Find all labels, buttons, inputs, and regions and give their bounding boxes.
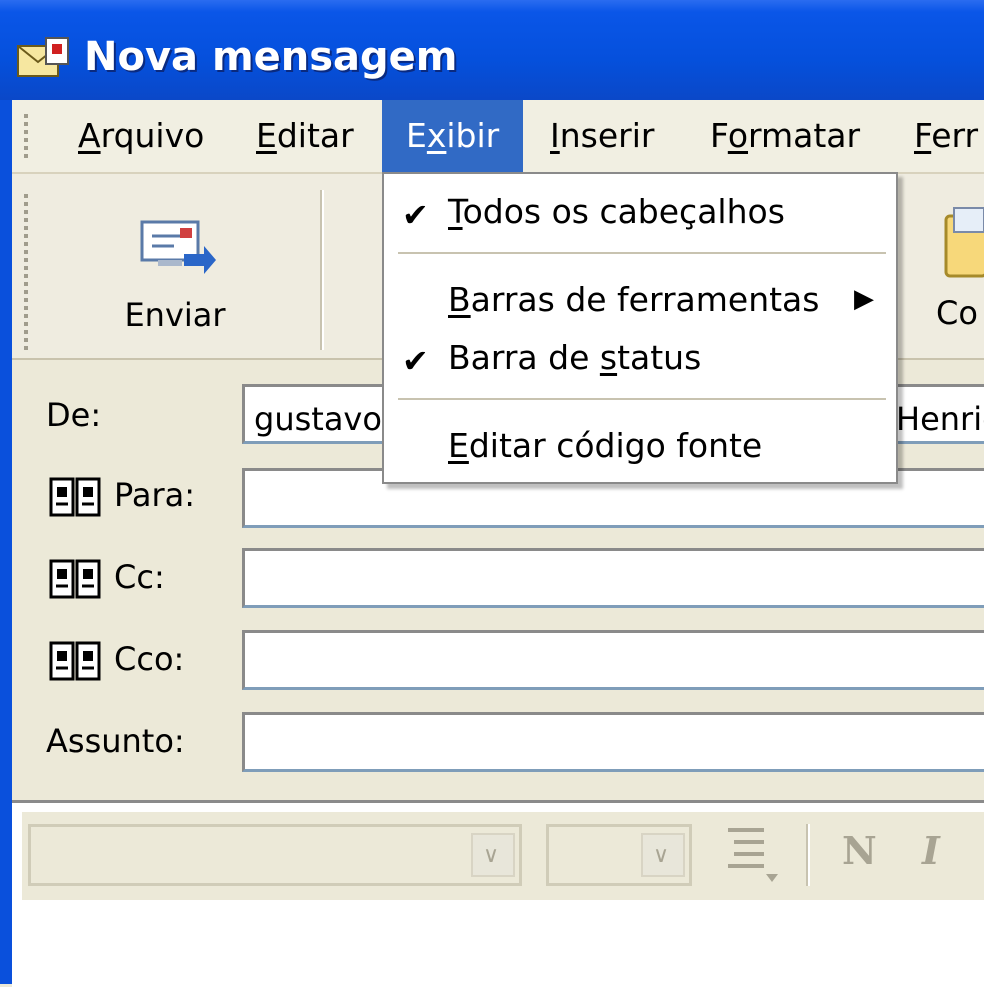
italic-button[interactable]: I (922, 828, 940, 873)
bold-button[interactable]: N (842, 828, 877, 873)
address-book-icon[interactable] (48, 558, 102, 600)
address-book-icon[interactable] (48, 476, 102, 518)
submenu-arrow-icon: ▶ (854, 284, 874, 314)
font-size-dropdown-button[interactable]: ∨ (641, 833, 685, 877)
menu-item-todos-os-cabecalhos[interactable]: Todos os cabeçalhos (448, 192, 785, 231)
font-size-combo[interactable]: ∨ (546, 824, 692, 886)
menu-bar-grip[interactable] (24, 114, 28, 160)
paragraph-style-icon[interactable] (724, 824, 780, 884)
window-title: Nova mensagem (84, 34, 458, 80)
format-separator (806, 824, 810, 886)
send-button[interactable]: Enviar (110, 200, 240, 350)
check-icon: ✔ (402, 342, 429, 380)
menu-arquivo[interactable]: Arquivo (54, 100, 228, 172)
toolbar-button-label-partial[interactable]: Co (936, 294, 978, 332)
check-icon: ✔ (402, 196, 429, 234)
bcc-label: Cco: (114, 640, 185, 678)
menu-separator (398, 252, 886, 254)
to-label: Para: (114, 476, 196, 514)
title-bar[interactable]: Nova mensagem (0, 0, 984, 100)
from-field-value: gustavo (254, 400, 382, 438)
menu-formatar[interactable]: Formatar (686, 100, 884, 172)
menu-editar[interactable]: Editar (232, 100, 378, 172)
address-book-icon[interactable] (48, 640, 102, 682)
send-button-label: Enviar (124, 296, 226, 334)
menu-item-editar-codigo-fonte[interactable]: Editar código fonte (448, 426, 762, 465)
font-name-combo[interactable]: ∨ (28, 824, 522, 886)
from-field-value-right: Henriq (896, 400, 984, 438)
subject-label: Assunto: (46, 722, 185, 760)
from-label: De: (46, 396, 102, 434)
send-mail-icon (140, 220, 216, 274)
folder-icon (944, 207, 984, 278)
menu-exibir[interactable]: Exibir (382, 100, 524, 172)
cc-label: Cc: (114, 558, 165, 596)
font-name-dropdown-button[interactable]: ∨ (471, 833, 515, 877)
view-menu-dropdown: ✔ Todos os cabeçalhos Barras de ferramen… (382, 172, 898, 484)
subject-field[interactable] (242, 712, 984, 772)
new-message-icon (17, 37, 69, 77)
toolbar-separator (320, 190, 324, 350)
menu-ferramentas[interactable]: Ferr (890, 100, 984, 172)
menu-separator (398, 398, 886, 400)
chevron-down-icon: ∨ (653, 843, 670, 868)
cc-field[interactable] (242, 548, 984, 608)
menu-inserir[interactable]: Inserir (526, 100, 678, 172)
chevron-down-icon: ∨ (483, 843, 500, 868)
menu-item-barra-de-status[interactable]: Barra de status (448, 338, 701, 377)
toolbar-grip[interactable] (24, 194, 28, 350)
bcc-field[interactable] (242, 630, 984, 690)
menu-item-barras-de-ferramentas[interactable]: Barras de ferramentas (448, 280, 819, 319)
